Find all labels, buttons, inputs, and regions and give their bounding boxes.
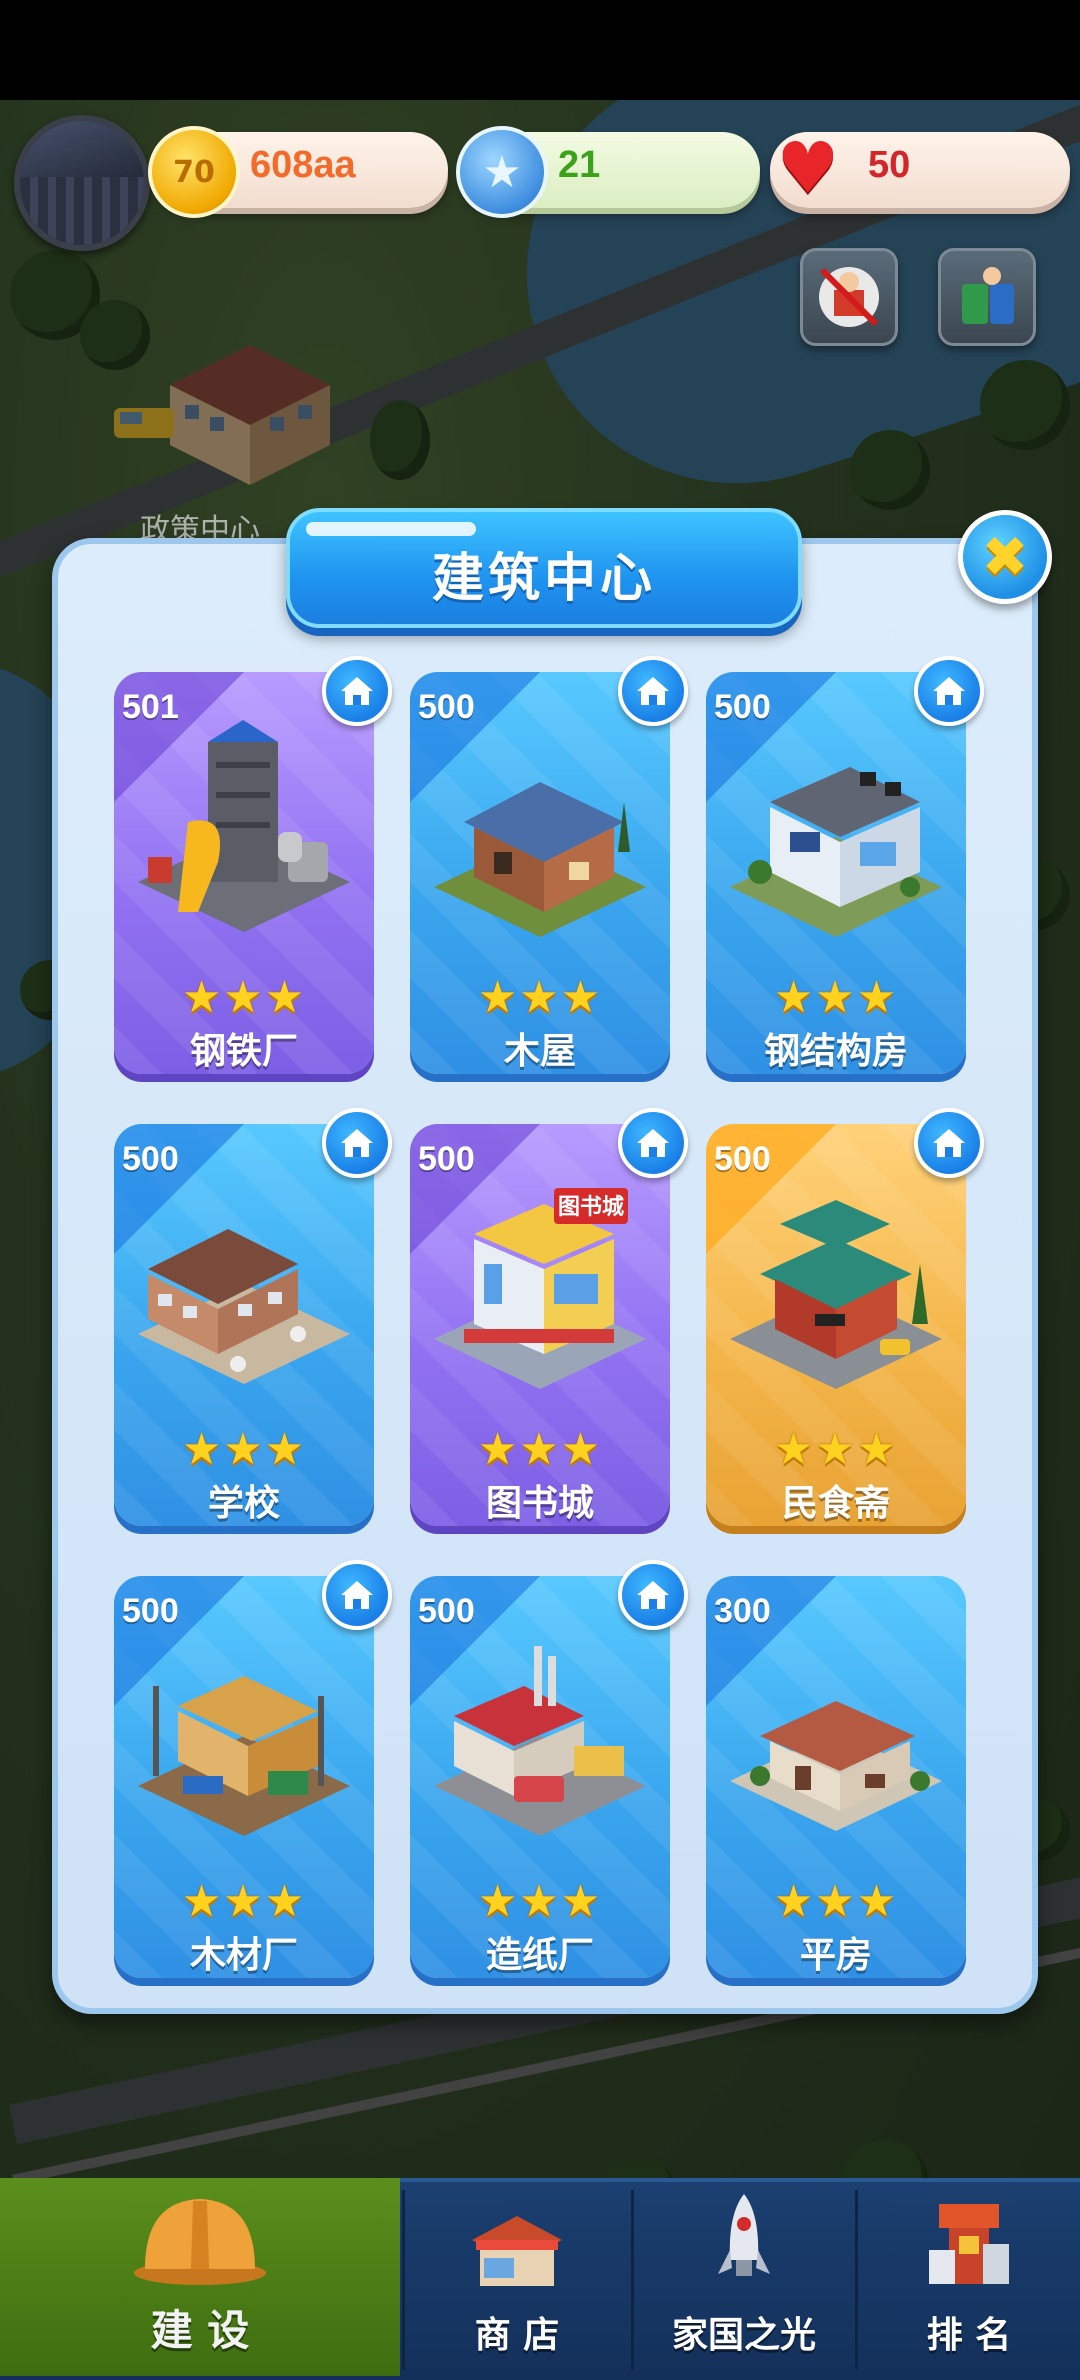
recycle-event-button[interactable] xyxy=(938,248,1036,346)
rating-stars: ★★★ xyxy=(773,1876,899,1927)
building-card-bungalow[interactable]: 300 ★★★ 平房 xyxy=(706,1576,966,1978)
building-card-folk-restaurant[interactable]: 500 ★★★ 民食斋 xyxy=(706,1124,966,1526)
close-button[interactable]: ✖ xyxy=(958,510,1052,604)
building-name: 钢铁厂 xyxy=(189,1031,298,1072)
building-card-school[interactable]: 500 ★★★ 学校 xyxy=(114,1124,374,1526)
svg-text:图书城: 图书城 xyxy=(558,1194,624,1220)
building-card-steel-mill[interactable]: 501 ★★★ 钢铁厂 xyxy=(114,672,374,1074)
rating-stars: ★★★ xyxy=(181,1876,307,1927)
home-icon[interactable] xyxy=(322,1108,392,1178)
home-icon[interactable] xyxy=(618,1560,688,1630)
bungalow-image xyxy=(730,1701,942,1831)
panel-title-plate: 建筑中心 xyxy=(286,508,802,628)
rating-stars: ★★★ xyxy=(773,1424,899,1475)
coin-icon: 70 xyxy=(148,126,240,218)
building-name: 造纸厂 xyxy=(485,1935,594,1976)
home-icon[interactable] xyxy=(618,1108,688,1178)
panel-title: 建筑中心 xyxy=(431,549,656,609)
ranking-icon xyxy=(929,2204,1009,2284)
rating-stars: ★★★ xyxy=(477,1876,603,1927)
star-icon: ★ xyxy=(456,126,548,218)
building-name: 图书城 xyxy=(485,1483,594,1524)
steel-structure-house-image xyxy=(730,767,942,937)
nav-divider xyxy=(631,2190,634,2370)
nav-divider xyxy=(855,2190,858,2370)
home-icon[interactable] xyxy=(322,656,392,726)
building-name: 民食斋 xyxy=(781,1483,890,1524)
building-name: 平房 xyxy=(799,1935,872,1976)
home-icon[interactable] xyxy=(618,656,688,726)
building-name: 木屋 xyxy=(503,1031,576,1072)
nav-label: 建 设 xyxy=(150,2306,250,2355)
heart-counter[interactable]: ♥ 50 xyxy=(770,127,1070,209)
firefighter-icon xyxy=(819,267,879,327)
folk-restaurant-image xyxy=(730,1200,942,1389)
wooden-house-image xyxy=(434,782,646,937)
home-icon[interactable] xyxy=(914,1108,984,1178)
school-image xyxy=(138,1229,350,1384)
rating-stars: ★★★ xyxy=(181,1424,307,1475)
nav-label: 商 店 xyxy=(474,2315,560,2356)
steel-mill-image xyxy=(138,720,350,932)
star-value: 21 xyxy=(558,144,601,186)
shop-icon xyxy=(472,2216,562,2286)
rating-stars: ★★★ xyxy=(477,972,603,1023)
nav-build[interactable]: 建 设 xyxy=(0,2178,400,2376)
building-card-wooden-house[interactable]: 500 ★★★ 木屋 xyxy=(410,672,670,1074)
home-icon[interactable] xyxy=(914,656,984,726)
heart-icon: ♥ xyxy=(776,127,840,209)
recycle-bin-icon xyxy=(962,267,1014,324)
building-name: 钢结构房 xyxy=(763,1031,908,1072)
nav-divider xyxy=(402,2190,405,2370)
nav-national-glory[interactable]: 家国之光 xyxy=(634,2178,854,2376)
rating-stars: ★★★ xyxy=(181,972,307,1023)
building-name: 学校 xyxy=(207,1483,280,1524)
star-counter[interactable]: ★ 21 xyxy=(456,126,760,218)
book-city-image: 图书城 xyxy=(434,1188,646,1389)
building-card-steel-structure-house[interactable]: 500 ★★★ 钢结构房 xyxy=(706,672,966,1074)
lumber-mill-image xyxy=(138,1676,350,1836)
nav-ranking[interactable]: 排 名 xyxy=(858,2178,1080,2376)
coin-counter[interactable]: 70 608aa xyxy=(148,126,448,218)
status-bar xyxy=(0,0,1080,100)
building-card-book-city[interactable]: 500 图书城 ★★★ 图书城 xyxy=(410,1124,670,1526)
building-name: 木材厂 xyxy=(189,1935,298,1976)
hard-hat-icon xyxy=(134,2199,266,2285)
firefighter-event-button[interactable] xyxy=(800,248,898,346)
paper-mill-image xyxy=(434,1646,646,1836)
player-avatar[interactable] xyxy=(14,115,150,251)
coin-value: 608aa xyxy=(250,144,356,186)
building-card-lumber-mill[interactable]: 500 ★★★ 木材厂 xyxy=(114,1576,374,1978)
building-card-paper-mill[interactable]: 500 ★★★ 造纸厂 xyxy=(410,1576,670,1978)
rating-stars: ★★★ xyxy=(477,1424,603,1475)
nav-label: 排 名 xyxy=(926,2315,1012,2356)
home-icon[interactable] xyxy=(322,1560,392,1630)
close-icon: ✖ xyxy=(981,524,1029,590)
nav-shop[interactable]: 商 店 xyxy=(404,2178,630,2376)
heart-value: 50 xyxy=(868,144,911,186)
nav-label: 家国之光 xyxy=(671,2315,816,2356)
rating-stars: ★★★ xyxy=(773,972,899,1023)
rocket-icon xyxy=(718,2194,770,2276)
